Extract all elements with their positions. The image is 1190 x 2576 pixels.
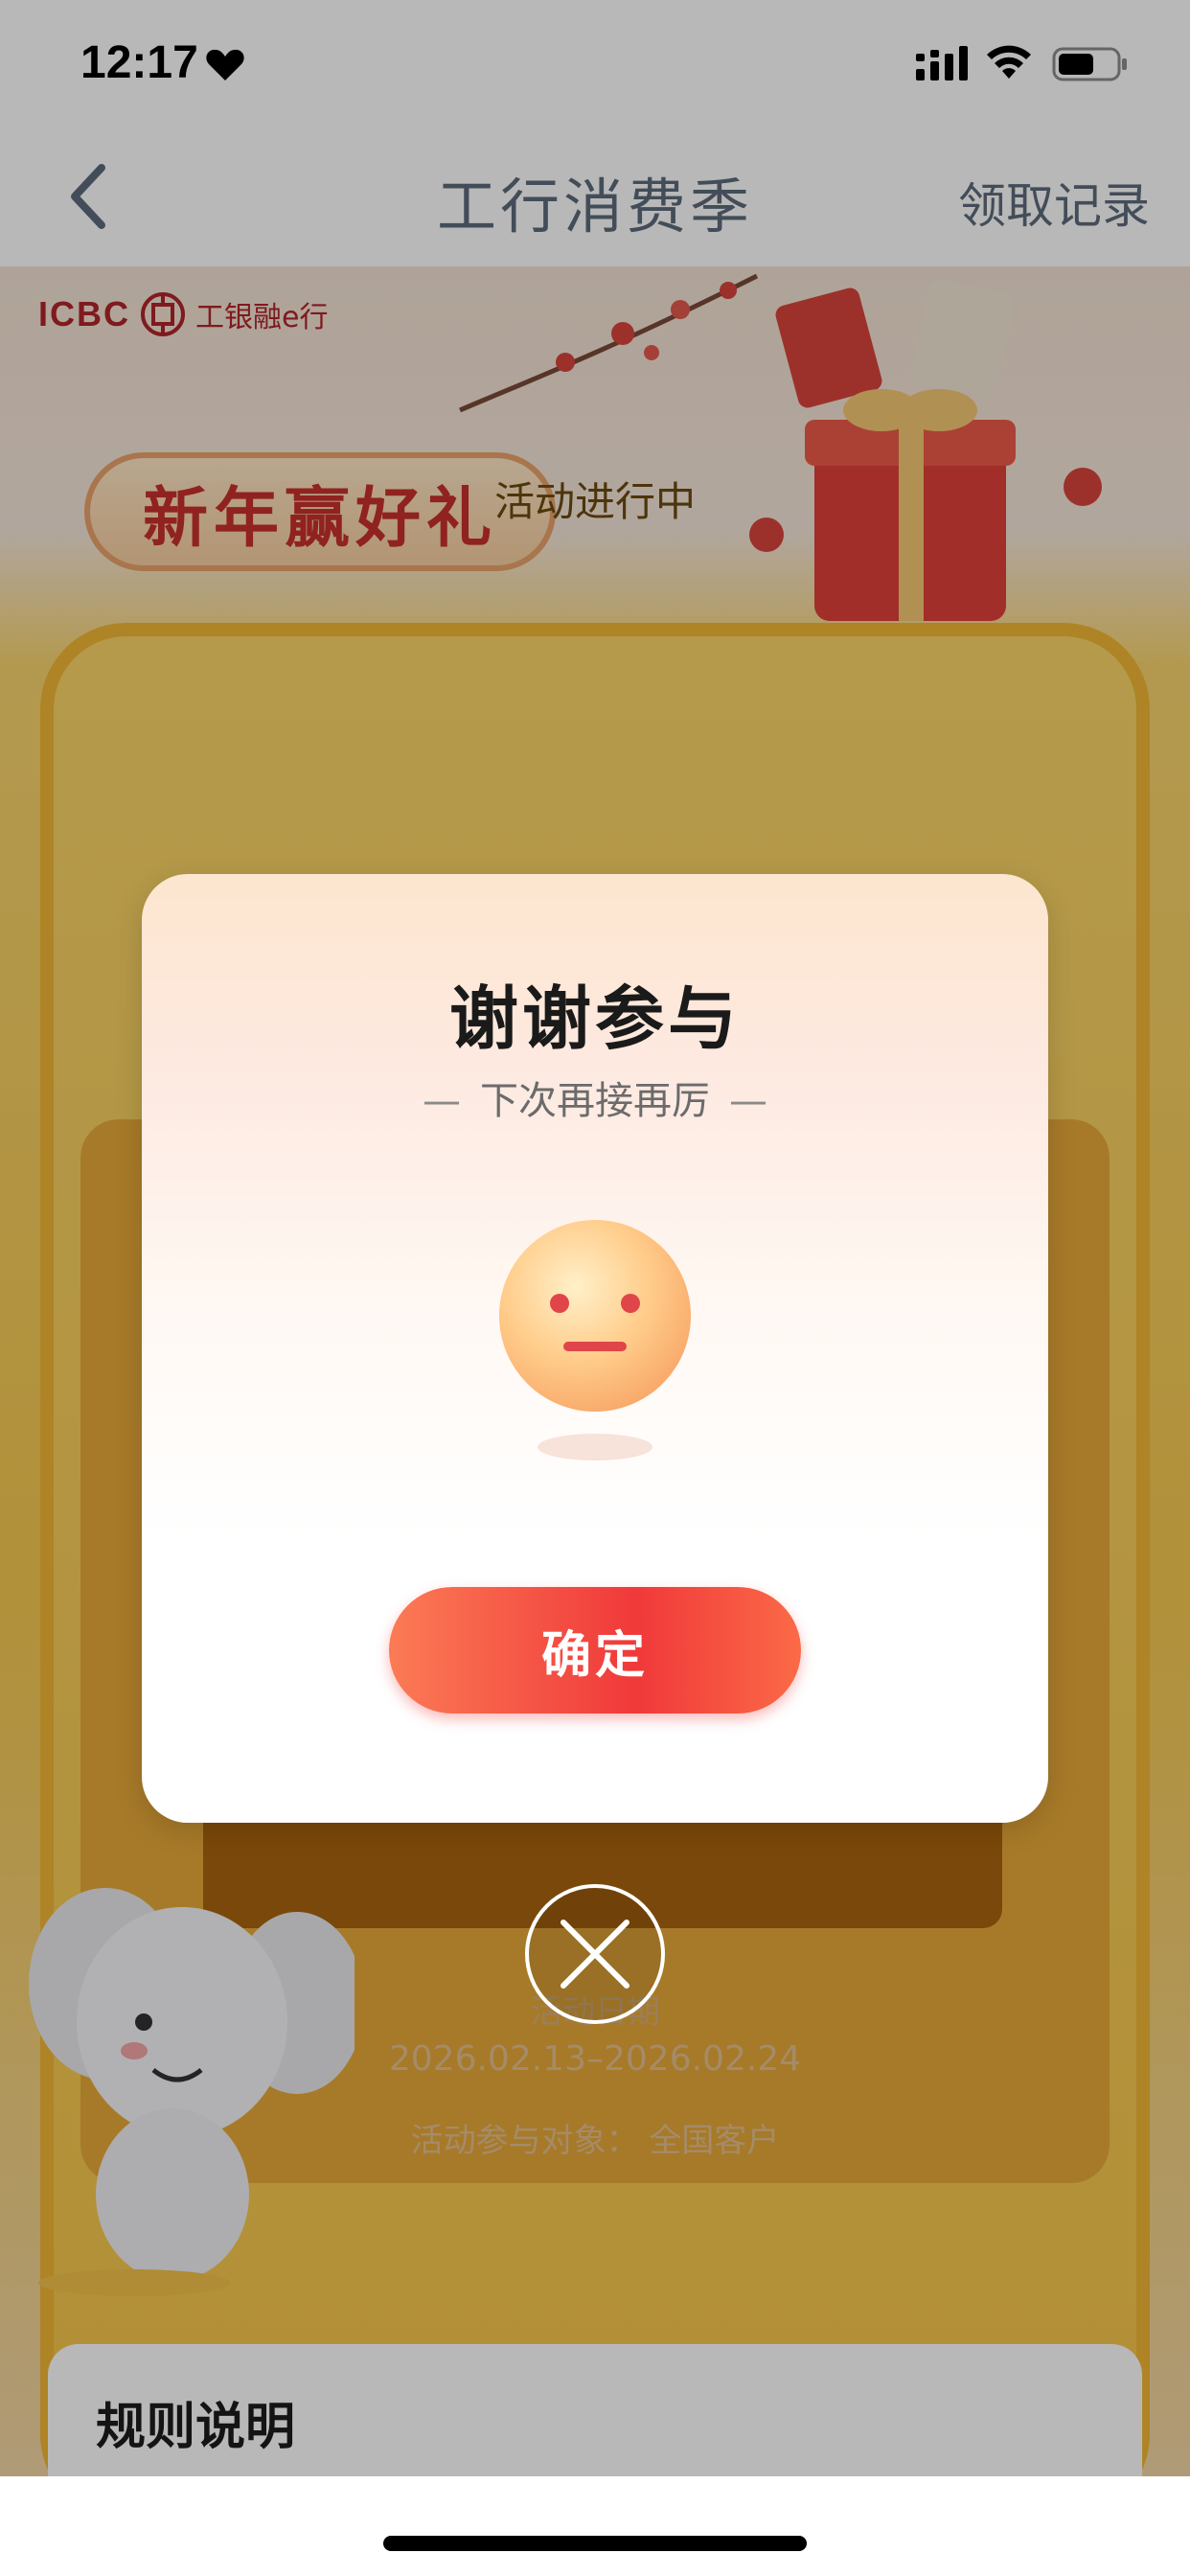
subtitle-dash-left: —: [423, 1079, 461, 1123]
subtitle-dash-right: —: [729, 1079, 767, 1123]
neutral-face-icon: [499, 1220, 691, 1460]
close-icon: [561, 1920, 629, 1989]
dialog-title: 谢谢参与: [448, 978, 741, 1059]
dialog-subtitle: — 下次再接再厉 —: [142, 1070, 1048, 1125]
confirm-button[interactable]: 确定: [389, 1587, 801, 1714]
result-dialog: 谢谢参与 — 下次再接再厉 — 确定: [142, 874, 1048, 1823]
close-button[interactable]: [525, 1884, 665, 2024]
home-indicator[interactable]: [383, 2536, 807, 2551]
dialog-subtitle-text: 下次再接再厉: [480, 1079, 710, 1123]
home-bar-area: [0, 2476, 1190, 2576]
